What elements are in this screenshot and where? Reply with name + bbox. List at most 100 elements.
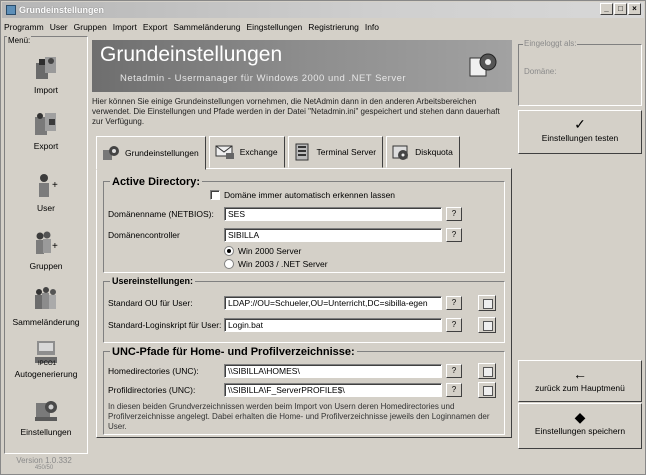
nav-label-einstellungen: Einstellungen <box>20 427 72 437</box>
home-dir-label: Homedirectories (UNC): <box>108 366 199 376</box>
domain-controller-field[interactable]: SIBILLA <box>224 228 442 242</box>
terminal-server-icon <box>295 143 309 161</box>
tab-label-diskquota: Diskquota <box>415 147 453 157</box>
domain-name-label: Domänenname (NETBIOS): <box>108 209 214 219</box>
active-directory-section: Active Directory: Domäne immer automatis… <box>103 176 505 273</box>
export-icon <box>35 113 56 135</box>
title-bar: Grundeinstellungen _ □ × <box>2 2 644 18</box>
checkmark-icon: ✓ <box>574 116 586 132</box>
home-dir-browse-button[interactable] <box>478 363 496 379</box>
profile-dir-browse-button[interactable] <box>478 382 496 398</box>
group-add-icon: + <box>36 231 58 254</box>
menu-import[interactable]: Import <box>113 22 137 32</box>
settings-logo-icon <box>469 53 497 77</box>
login-script-help-button[interactable]: ? <box>446 318 462 332</box>
nav-item-export[interactable]: Export <box>8 109 84 151</box>
save-settings-button[interactable]: ◆ Einstellungen speichern <box>518 403 642 449</box>
logged-in-label: Eingeloggt als: <box>523 39 578 48</box>
tab-grundeinstellungen[interactable]: Grundeinstellungen <box>96 136 206 170</box>
menu-einstellungen[interactable]: Eingstellungen <box>247 22 303 32</box>
tab-label-terminal-server: Terminal Server <box>316 147 377 157</box>
menu-gruppen[interactable]: Gruppen <box>74 22 107 32</box>
tab-diskquota[interactable]: Diskquota <box>386 136 460 168</box>
nav-item-einstellungen[interactable]: Einstellungen <box>8 395 84 437</box>
test-settings-label: Einstellungen testen <box>541 133 619 143</box>
import-icon <box>36 57 56 79</box>
nav-item-gruppen[interactable]: + Gruppen <box>8 229 84 271</box>
win2000-radio[interactable] <box>224 246 234 256</box>
default-ou-field[interactable]: LDAP://OU=Schueler,OU=Unterricht,DC=sibi… <box>224 296 442 310</box>
domain-controller-label: Domänencontroller <box>108 230 180 240</box>
diskquota-icon <box>392 145 409 160</box>
menu-sammelaenderung[interactable]: Sammeländerung <box>173 22 240 32</box>
user-settings-section: Usereinstellungen: Standard OU für User:… <box>103 276 505 343</box>
unc-paths-section: UNC-Pfade für Home- und Profilverzeichni… <box>103 346 505 435</box>
tab-panel-grundeinstellungen: Active Directory: Domäne immer automatis… <box>96 168 512 438</box>
tab-label-exchange: Exchange <box>239 147 278 157</box>
intro-text: Hier können Sie einige Grundeinstellunge… <box>92 97 500 126</box>
user-add-icon: + <box>39 174 58 197</box>
arrow-left-icon: ← <box>573 366 587 382</box>
default-ou-label: Standard OU für User: <box>108 298 193 308</box>
unc-paths-title: UNC-Pfade für Home- und Profilverzeichni… <box>110 346 357 358</box>
menu-export[interactable]: Export <box>143 22 168 32</box>
nav-label-sammelaenderung: Sammeländerung <box>12 317 80 327</box>
menu-programm[interactable]: Programm <box>4 22 44 32</box>
home-dir-help-button[interactable]: ? <box>446 364 462 378</box>
page-title: Grundeinstellungen <box>100 43 283 66</box>
app-icon <box>6 5 16 15</box>
unc-note: In diesen beiden Grundverzeichnissen wer… <box>108 402 490 431</box>
back-to-main-button[interactable]: ← zurück zum Hauptmenü <box>518 360 642 402</box>
maximize-button[interactable]: □ <box>614 3 627 15</box>
auto-detect-domain-checkbox[interactable] <box>210 190 220 200</box>
svg-text:+: + <box>52 241 58 252</box>
login-script-browse-button[interactable] <box>478 317 496 333</box>
domain-name-help-button[interactable]: ? <box>446 207 462 221</box>
minimize-button[interactable]: _ <box>600 3 613 15</box>
default-ou-browse-button[interactable] <box>478 295 496 311</box>
menu-user[interactable]: User <box>50 22 68 32</box>
profile-dir-label: Profildirectories (UNC): <box>108 385 196 395</box>
close-button[interactable]: × <box>628 3 641 15</box>
domain-name-field[interactable]: SES <box>224 207 442 221</box>
win2000-label: Win 2000 Server <box>238 246 302 256</box>
menu-info[interactable]: Info <box>365 22 379 32</box>
settings-tab-icon <box>103 146 119 160</box>
nav-item-sammelaenderung[interactable]: Sammeländerung <box>8 285 84 327</box>
nav-item-import[interactable]: Import <box>8 53 84 95</box>
tab-exchange[interactable]: Exchange <box>208 136 285 168</box>
test-settings-button[interactable]: ✓ Einstellungen testen <box>518 110 642 154</box>
window-title: Grundeinstellungen <box>19 5 105 15</box>
tab-strip: Grundeinstellungen Exchange Terminal Ser… <box>96 136 463 170</box>
batch-users-icon <box>35 287 56 309</box>
menu-bar: Programm User Gruppen Import Export Samm… <box>2 19 644 34</box>
profile-dir-field[interactable]: \\SIBILLA\F_ServerPROFILE$\ <box>224 383 442 397</box>
default-ou-help-button[interactable]: ? <box>446 296 462 310</box>
login-info-group: Eingeloggt als: Domäne: <box>518 39 642 106</box>
home-dir-field[interactable]: \\SIBILLA\HOMES\ <box>224 364 442 378</box>
login-script-label: Standard-Loginskript für User: <box>108 320 222 330</box>
active-directory-title: Active Directory: <box>110 176 203 188</box>
auto-detect-domain-label: Domäne immer automatisch erkennen lassen <box>224 190 396 200</box>
profile-dir-help-button[interactable]: ? <box>446 383 462 397</box>
win2003-label: Win 2003 / .NET Server <box>238 259 328 269</box>
win2003-radio[interactable] <box>224 259 234 269</box>
user-settings-title: Usereinstellungen: <box>110 276 196 286</box>
nav-item-autogenerierung[interactable]: IPCO1 Autogenerierung <box>8 337 84 379</box>
version-subtext: 450/50 <box>34 465 54 471</box>
nav-label-user: User <box>37 203 55 213</box>
tab-terminal-server[interactable]: Terminal Server <box>287 136 384 168</box>
nav-label-export: Export <box>33 141 59 151</box>
login-script-field[interactable]: Login.bat <box>224 318 442 332</box>
menu-registrierung[interactable]: Registrierung <box>308 22 359 32</box>
page-subtitle: Netadmin - Usermanager für Windows 2000 … <box>120 73 407 84</box>
nav-label-gruppen: Gruppen <box>29 261 63 271</box>
nav-item-user[interactable]: + User <box>8 171 84 213</box>
version-text: Version 1.0.332 <box>16 456 72 465</box>
save-settings-label: Einstellungen speichern <box>534 426 626 436</box>
nav-label-import: Import <box>33 85 59 95</box>
save-disk-icon: ◆ <box>574 409 586 425</box>
window-controls: _ □ × <box>600 3 641 15</box>
domain-controller-help-button[interactable]: ? <box>446 228 462 242</box>
settings-icon <box>35 401 57 421</box>
